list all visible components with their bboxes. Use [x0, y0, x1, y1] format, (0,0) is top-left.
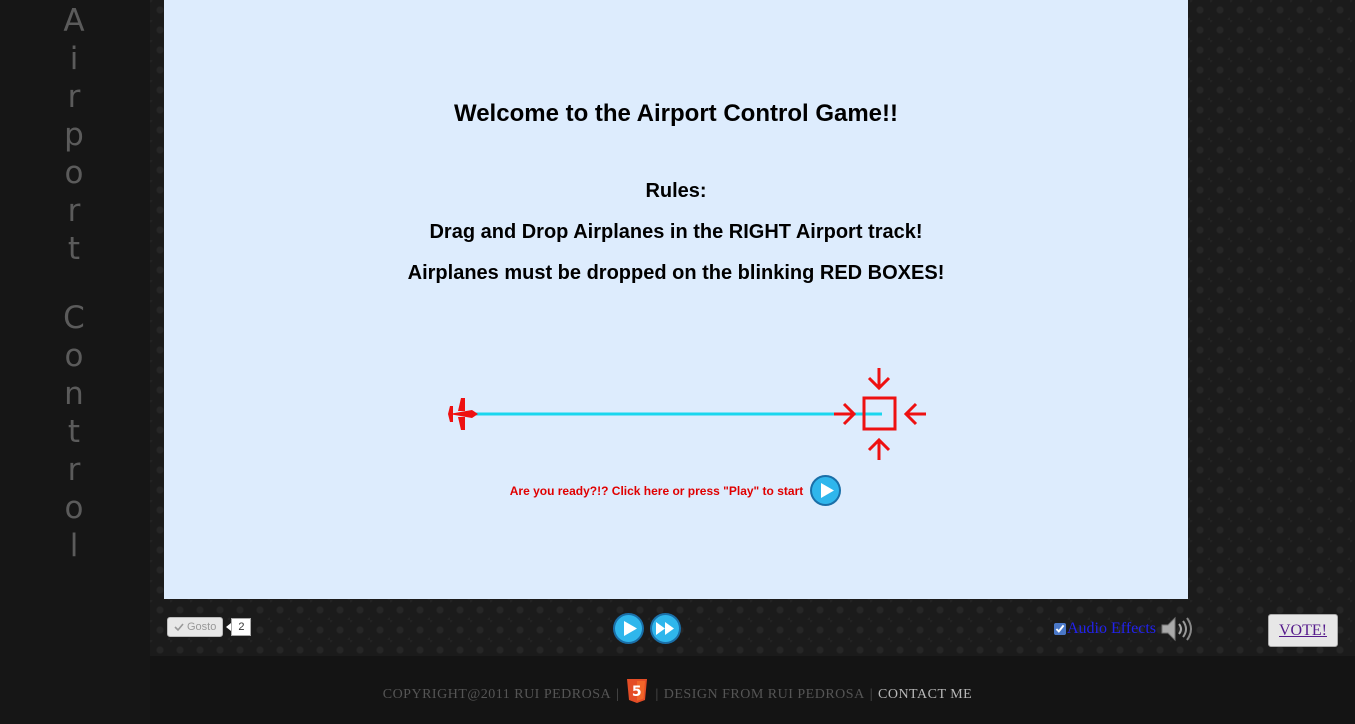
- title-letter: r: [67, 452, 81, 488]
- play-icon[interactable]: [612, 612, 645, 645]
- rule-text-1: Drag and Drop Airplanes in the RIGHT Air…: [429, 221, 923, 243]
- contact-link[interactable]: CONTACT ME: [878, 687, 972, 703]
- title-letter: t: [67, 231, 81, 267]
- title-letter: A: [63, 3, 85, 39]
- title-letter: o: [64, 490, 84, 526]
- airplane-icon: [448, 398, 478, 430]
- left-sidebar: AirportControl: [0, 0, 150, 724]
- vote-button[interactable]: VOTE!: [1268, 614, 1338, 647]
- html5-badge-text: 5: [632, 684, 642, 700]
- demo-illustration: [448, 368, 926, 460]
- title-letter: C: [63, 300, 85, 336]
- audio-effects-toggle[interactable]: Audio Effects: [1054, 615, 1194, 643]
- title-letter: o: [64, 338, 84, 374]
- footer-separator: |: [869, 687, 873, 702]
- title-letter: r: [67, 193, 81, 229]
- title-letter: l: [69, 528, 79, 564]
- audio-effects-checkbox[interactable]: [1054, 623, 1066, 635]
- title-letter: p: [64, 117, 84, 153]
- title-letter: r: [67, 79, 81, 115]
- footer-separator: |: [616, 687, 620, 702]
- start-prompt-text[interactable]: Are you ready?!? Click here or press "Pl…: [510, 484, 803, 498]
- start-prompt-row[interactable]: Are you ready?!? Click here or press "Pl…: [164, 474, 1188, 507]
- play-icon[interactable]: [809, 474, 842, 507]
- title-letter: t: [67, 414, 81, 450]
- rules-label: Rules:: [645, 180, 707, 202]
- like-button[interactable]: Gosto: [167, 617, 224, 637]
- audio-effects-label[interactable]: Audio Effects: [1067, 620, 1156, 638]
- fast-forward-icon[interactable]: [649, 612, 682, 645]
- design-credit: DESIGN FROM RUI PEDROSA: [663, 687, 865, 702]
- like-widget[interactable]: Gosto 2: [167, 617, 252, 637]
- like-label: Gosto: [187, 621, 217, 633]
- vertical-title: AirportControl: [52, 2, 96, 565]
- footer: COPYRIGHT@2011 RUI PEDROSA | 5 | DESIGN …: [0, 677, 1355, 713]
- check-icon: [174, 623, 184, 632]
- rule-text-2: Airplanes must be dropped on the blinkin…: [407, 262, 945, 284]
- copyright-text: COPYRIGHT@2011 RUI PEDROSA: [382, 687, 612, 702]
- welcome-heading: Welcome to the Airport Control Game!!: [453, 100, 899, 127]
- game-controls: [612, 612, 682, 645]
- footer-separator: |: [655, 687, 659, 702]
- title-letter: i: [69, 41, 79, 77]
- title-letter: o: [64, 155, 84, 191]
- html5-logo: 5: [627, 679, 648, 703]
- title-letter: n: [64, 376, 84, 412]
- game-canvas[interactable]: Welcome to the Airport Control Game!! Ru…: [164, 0, 1188, 599]
- speaker-icon[interactable]: [1160, 615, 1194, 643]
- like-count: 2: [226, 618, 252, 636]
